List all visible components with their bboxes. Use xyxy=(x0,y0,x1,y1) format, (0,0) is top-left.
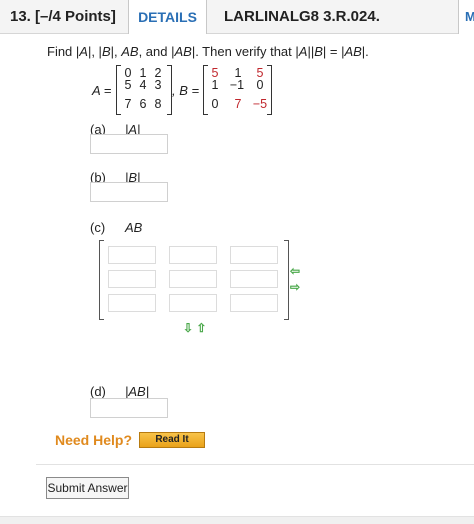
matrix-b-cell: −1 xyxy=(229,78,245,92)
matrix-a-label: A = xyxy=(92,83,112,98)
ab-cell-input[interactable] xyxy=(108,270,156,288)
question-body: Find |A|, |B|, AB, and |AB|. Then verify… xyxy=(0,34,474,524)
part-d-answer-input[interactable] xyxy=(90,398,168,418)
part-c-expression: AB xyxy=(125,220,143,235)
matrix-b: 5 1 5 1 −1 0 0 7 −5 xyxy=(203,65,272,115)
matrix-b-cell: −5 xyxy=(252,97,268,111)
question-number: 13. [–/4 Points] xyxy=(10,8,116,25)
details-tab[interactable]: DETAILS xyxy=(128,0,207,35)
matrix-a-cell: 4 xyxy=(139,78,147,92)
bottom-separator xyxy=(0,516,474,524)
read-it-button[interactable]: Read It xyxy=(139,432,205,448)
ab-matrix-input xyxy=(99,240,289,320)
matrix-b-cell: 0 xyxy=(256,78,264,92)
ab-cell-input[interactable] xyxy=(230,294,278,312)
ab-matrix-left-bracket xyxy=(99,240,104,320)
part-d-label: (d) xyxy=(90,384,106,399)
matrix-b-cell: 7 xyxy=(234,97,242,111)
need-help-label: Need Help? xyxy=(55,432,133,448)
matrix-a-cell: 5 xyxy=(124,78,132,92)
matrix-b-cell: 1 xyxy=(211,78,219,92)
part-a-answer-input[interactable] xyxy=(90,134,168,154)
matrix-a: 0 1 2 5 4 3 7 6 8 xyxy=(116,65,172,115)
question-header: 13. [–/4 Points] DETAILS LARLINALG8 3.R.… xyxy=(0,0,474,35)
matrix-b-cell: 0 xyxy=(211,97,219,111)
matrix-a-cell: 8 xyxy=(154,97,162,111)
problem-prompt: Find |A|, |B|, AB, and |AB|. Then verify… xyxy=(47,44,369,59)
submit-answer-button[interactable]: Submit Answer xyxy=(46,477,129,499)
ab-cell-input[interactable] xyxy=(230,246,278,264)
course-code: LARLINALG8 3.R.024. xyxy=(224,8,380,25)
ab-cell-input[interactable] xyxy=(108,294,156,312)
row-add-remove-arrows-icon[interactable]: ⇩ ⇧ xyxy=(183,321,206,335)
remove-column-arrow-icon[interactable]: ⇦ xyxy=(290,264,300,278)
ab-cell-input[interactable] xyxy=(169,294,217,312)
part-b-answer-input[interactable] xyxy=(90,182,168,202)
ab-cell-input[interactable] xyxy=(108,246,156,264)
corner-tab[interactable]: M xyxy=(458,0,474,35)
ab-cell-input[interactable] xyxy=(169,246,217,264)
matrix-a-cell: 6 xyxy=(139,97,147,111)
part-c-label: (c) xyxy=(90,220,106,235)
add-column-arrow-icon[interactable]: ⇨ xyxy=(290,280,300,294)
ab-matrix-right-bracket xyxy=(284,240,289,320)
matrix-b-label: , B = xyxy=(172,83,200,98)
divider xyxy=(36,464,474,465)
ab-cell-input[interactable] xyxy=(230,270,278,288)
matrix-a-cell: 7 xyxy=(124,97,132,111)
ab-cell-input[interactable] xyxy=(169,270,217,288)
part-d-expression: |AB| xyxy=(125,384,150,399)
matrix-a-cell: 3 xyxy=(154,78,162,92)
